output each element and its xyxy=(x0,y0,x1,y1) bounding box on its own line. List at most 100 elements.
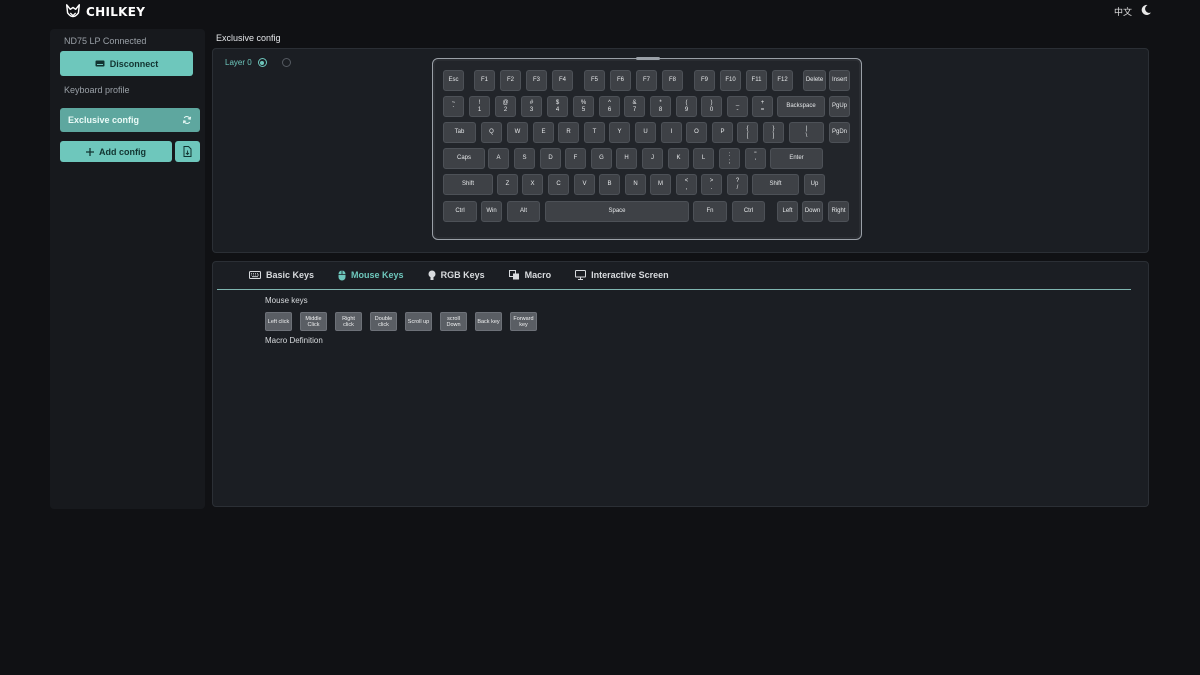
key[interactable]: ! 1 xyxy=(469,96,490,117)
key[interactable]: * 8 xyxy=(650,96,671,117)
key[interactable]: " ' xyxy=(745,148,766,169)
key[interactable]: Alt xyxy=(507,201,540,222)
key[interactable]: Right xyxy=(828,201,849,222)
key[interactable]: F8 xyxy=(662,70,683,91)
key[interactable]: M xyxy=(650,174,671,195)
key[interactable]: F4 xyxy=(552,70,573,91)
key[interactable]: Z xyxy=(497,174,518,195)
tab-rgb-keys[interactable]: RGB Keys xyxy=(416,268,497,282)
key[interactable]: Enter xyxy=(770,148,823,169)
layer-0-radio[interactable] xyxy=(257,58,267,67)
key[interactable]: F11 xyxy=(746,70,767,91)
key[interactable]: Tab xyxy=(443,122,476,143)
sync-icon[interactable] xyxy=(182,115,192,125)
tab-basic-keys[interactable]: Basic Keys xyxy=(237,268,326,282)
key[interactable]: P xyxy=(712,122,733,143)
key[interactable]: F2 xyxy=(500,70,521,91)
key[interactable]: Left xyxy=(777,201,798,222)
key[interactable]: F9 xyxy=(694,70,715,91)
key[interactable]: PgDn xyxy=(829,122,850,143)
key[interactable]: S xyxy=(514,148,535,169)
key[interactable]: _ - xyxy=(727,96,748,117)
key[interactable]: O xyxy=(686,122,707,143)
key[interactable]: F6 xyxy=(610,70,631,91)
key[interactable]: ~ ` xyxy=(443,96,464,117)
key[interactable]: U xyxy=(635,122,656,143)
key[interactable]: #3 xyxy=(521,96,542,117)
key[interactable]: | \ xyxy=(789,122,824,143)
key[interactable]: + = xyxy=(752,96,773,117)
moon-icon[interactable] xyxy=(1140,4,1152,16)
key[interactable]: N xyxy=(625,174,646,195)
key[interactable]: Ctrl xyxy=(443,201,477,222)
key[interactable]: ? / xyxy=(727,174,748,195)
mouse-key-button[interactable]: Middle Click xyxy=(300,312,327,331)
profile-item-exclusive-config[interactable]: Exclusive config xyxy=(60,108,200,132)
key[interactable]: ^ 6 xyxy=(599,96,620,117)
mouse-key-button[interactable]: Double click xyxy=(370,312,397,331)
key[interactable]: G xyxy=(591,148,612,169)
layer-1-radio[interactable] xyxy=(281,58,291,67)
key[interactable]: Win xyxy=(481,201,502,222)
key[interactable]: Esc xyxy=(443,70,464,91)
key[interactable]: F10 xyxy=(720,70,741,91)
key[interactable]: A xyxy=(488,148,509,169)
key[interactable]: (9 xyxy=(676,96,697,117)
import-config-button[interactable] xyxy=(175,141,200,162)
add-config-button[interactable]: Add config xyxy=(60,141,172,162)
mouse-key-button[interactable]: Forward key xyxy=(510,312,537,331)
key[interactable]: F1 xyxy=(474,70,495,91)
key[interactable]: >. xyxy=(701,174,722,195)
key[interactable]: $4 xyxy=(547,96,568,117)
mouse-key-button[interactable]: Scroll up xyxy=(405,312,432,331)
tab-mouse-keys[interactable]: Mouse Keys xyxy=(326,268,416,282)
key[interactable]: Q xyxy=(481,122,502,143)
mouse-key-button[interactable]: Back key xyxy=(475,312,502,331)
key[interactable]: T xyxy=(584,122,605,143)
key[interactable]: Space xyxy=(545,201,689,222)
key[interactable]: Delete xyxy=(803,70,826,91)
key[interactable]: X xyxy=(522,174,543,195)
key[interactable]: Ctrl xyxy=(732,201,765,222)
key[interactable]: Y xyxy=(609,122,630,143)
key[interactable]: L xyxy=(693,148,714,169)
key[interactable]: & 7 xyxy=(624,96,645,117)
key[interactable]: @2 xyxy=(495,96,516,117)
key[interactable]: :; xyxy=(719,148,740,169)
key[interactable]: Backspace xyxy=(777,96,825,117)
key[interactable]: F3 xyxy=(526,70,547,91)
key[interactable]: J xyxy=(642,148,663,169)
key[interactable]: % 5 xyxy=(573,96,594,117)
mouse-key-button[interactable]: Right click xyxy=(335,312,362,331)
key[interactable]: Insert xyxy=(829,70,850,91)
disconnect-button[interactable]: Disconnect xyxy=(60,51,193,76)
key[interactable]: F7 xyxy=(636,70,657,91)
key[interactable]: Down xyxy=(802,201,823,222)
key[interactable]: PgUp xyxy=(829,96,850,117)
key[interactable]: K xyxy=(668,148,689,169)
key[interactable]: Fn xyxy=(693,201,727,222)
key[interactable]: Up xyxy=(804,174,825,195)
key[interactable]: Shift xyxy=(443,174,493,195)
key[interactable]: R xyxy=(558,122,579,143)
key[interactable]: F5 xyxy=(584,70,605,91)
key[interactable]: H xyxy=(616,148,637,169)
key[interactable]: I xyxy=(661,122,682,143)
key[interactable]: W xyxy=(507,122,528,143)
mouse-key-button[interactable]: scroll Down xyxy=(440,312,467,331)
key[interactable]: <, xyxy=(676,174,697,195)
language-toggle[interactable]: 中文 xyxy=(1114,5,1132,18)
key[interactable]: C xyxy=(548,174,569,195)
key[interactable]: {[ xyxy=(737,122,758,143)
key[interactable]: D xyxy=(540,148,561,169)
key[interactable]: B xyxy=(599,174,620,195)
key[interactable]: V xyxy=(574,174,595,195)
key[interactable]: Shift xyxy=(752,174,799,195)
tab-macro[interactable]: Macro xyxy=(497,268,564,282)
mouse-key-button[interactable]: Left click xyxy=(265,312,292,331)
key[interactable]: F12 xyxy=(772,70,793,91)
key[interactable]: F xyxy=(565,148,586,169)
key[interactable]: ) 0 xyxy=(701,96,722,117)
key[interactable]: }] xyxy=(763,122,784,143)
tab-interactive-screen[interactable]: Interactive Screen xyxy=(563,268,681,282)
